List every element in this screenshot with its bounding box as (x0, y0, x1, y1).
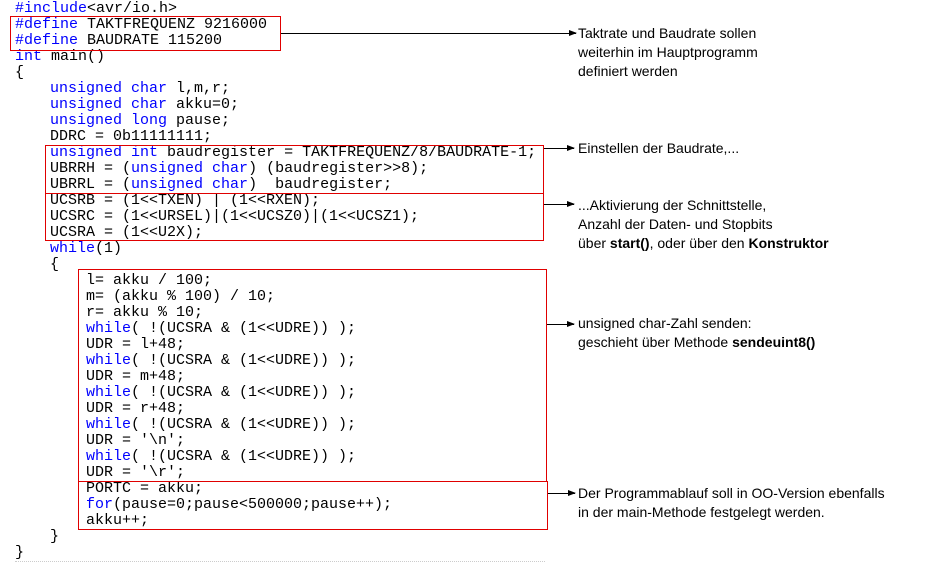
code-text: { (50, 256, 60, 273)
code-text: } (50, 528, 60, 545)
code-line: DDRC = 0b11111111; (50, 129, 212, 145)
code-keyword: unsigned (50, 96, 123, 113)
code-line: { (50, 257, 59, 273)
annotation-text: über (578, 235, 610, 251)
code-diagram: #include<avr/io.h> #define TAKTFREQUENZ 9… (0, 0, 932, 568)
annotation-text: weiterhin im Hauptprogramm (578, 44, 758, 60)
annotation-interface: ...Aktivierung der Schnittstelle, Anzahl … (578, 196, 829, 253)
annotation-text: definiert werden (578, 63, 678, 79)
code-text: { (15, 64, 25, 81)
code-keyword: char (131, 80, 168, 97)
highlight-box-send (78, 269, 547, 482)
highlight-box-interface (45, 193, 544, 241)
code-keyword: long (131, 112, 168, 129)
annotation-line: weiterhin im Hauptprogramm (578, 43, 758, 62)
annotation-baudrate: Einstellen der Baudrate,... (578, 139, 739, 158)
code-line: while(1) (50, 241, 122, 257)
annotation-send: unsigned char-Zahl senden: geschieht über… (578, 314, 815, 352)
code-line: unsigned long pause; (50, 113, 230, 129)
code-line: } (15, 545, 24, 561)
divider (15, 561, 545, 562)
annotation-bold-term: sendeuint8() (732, 334, 816, 350)
code-keyword: unsigned (50, 80, 123, 97)
code-keyword: unsigned (50, 112, 123, 129)
annotation-bold-term: Konstruktor (748, 235, 829, 251)
code-text: DDRC = 0b11111111; (50, 128, 213, 145)
arrow-interface (544, 201, 575, 207)
highlight-box-mainloop (78, 481, 548, 530)
code-line: unsigned char akku=0; (50, 97, 239, 113)
code-line: int main() (15, 49, 105, 65)
annotation-line: definiert werden (578, 62, 758, 81)
annotation-text: ...Aktivierung der Schnittstelle, (578, 197, 767, 213)
annotation-line: Der Programmablauf soll in OO-Version eb… (578, 484, 885, 503)
annotation-line: über start(), oder über den Konstruktor (578, 234, 829, 253)
code-text: (1) (95, 240, 123, 257)
annotation-line: in der main-Methode festgelegt werden. (578, 503, 885, 522)
annotation-defines: Taktrate und Baudrate sollen weiterhin im… (578, 24, 758, 81)
code-keyword: char (131, 96, 168, 113)
annotation-line: Anzahl der Daten- und Stopbits (578, 215, 829, 234)
annotation-line: Einstellen der Baudrate,... (578, 139, 739, 158)
annotation-line: ...Aktivierung der Schnittstelle, (578, 196, 829, 215)
annotation-bold-term: start() (609, 235, 650, 251)
arrow-defines (281, 30, 577, 36)
annotation-text: unsigned char-Zahl senden: (578, 315, 752, 331)
code-text: <avr/io.h> (87, 0, 178, 17)
arrow-send (547, 321, 575, 327)
code-line: #include<avr/io.h> (15, 1, 177, 17)
annotation-mainloop: Der Programmablauf soll in OO-Version eb… (578, 484, 885, 522)
arrow-baudrate (544, 145, 575, 151)
arrow-mainloop (548, 490, 576, 496)
code-keyword: #include (15, 0, 88, 17)
annotation-text: Einstellen der Baudrate,... (578, 140, 740, 156)
highlight-box-baudrate (45, 145, 544, 194)
code-text: pause; (167, 112, 231, 129)
annotation-text: Taktrate und Baudrate sollen (578, 25, 757, 41)
code-text: l,m,r; (167, 80, 231, 97)
highlight-box-defines (10, 16, 281, 51)
code-line: } (50, 529, 59, 545)
annotation-line: geschieht über Methode sendeuint8() (578, 333, 815, 352)
annotation-text: Der Programmablauf soll in OO-Version eb… (578, 485, 885, 501)
code-text: } (15, 544, 25, 561)
annotation-line: Taktrate und Baudrate sollen (578, 24, 758, 43)
code-text: akku=0; (167, 96, 240, 113)
code-keyword: while (50, 240, 96, 257)
annotation-text: Anzahl der Daten- und Stopbits (578, 216, 773, 232)
annotation-text: , oder über den (649, 235, 749, 251)
annotation-text: in der main-Methode festgelegt werden. (578, 504, 825, 520)
annotation-text: geschieht über Methode (578, 334, 733, 350)
code-line: { (15, 65, 24, 81)
code-line: unsigned char l,m,r; (50, 81, 230, 97)
annotation-line: unsigned char-Zahl senden: (578, 314, 815, 333)
